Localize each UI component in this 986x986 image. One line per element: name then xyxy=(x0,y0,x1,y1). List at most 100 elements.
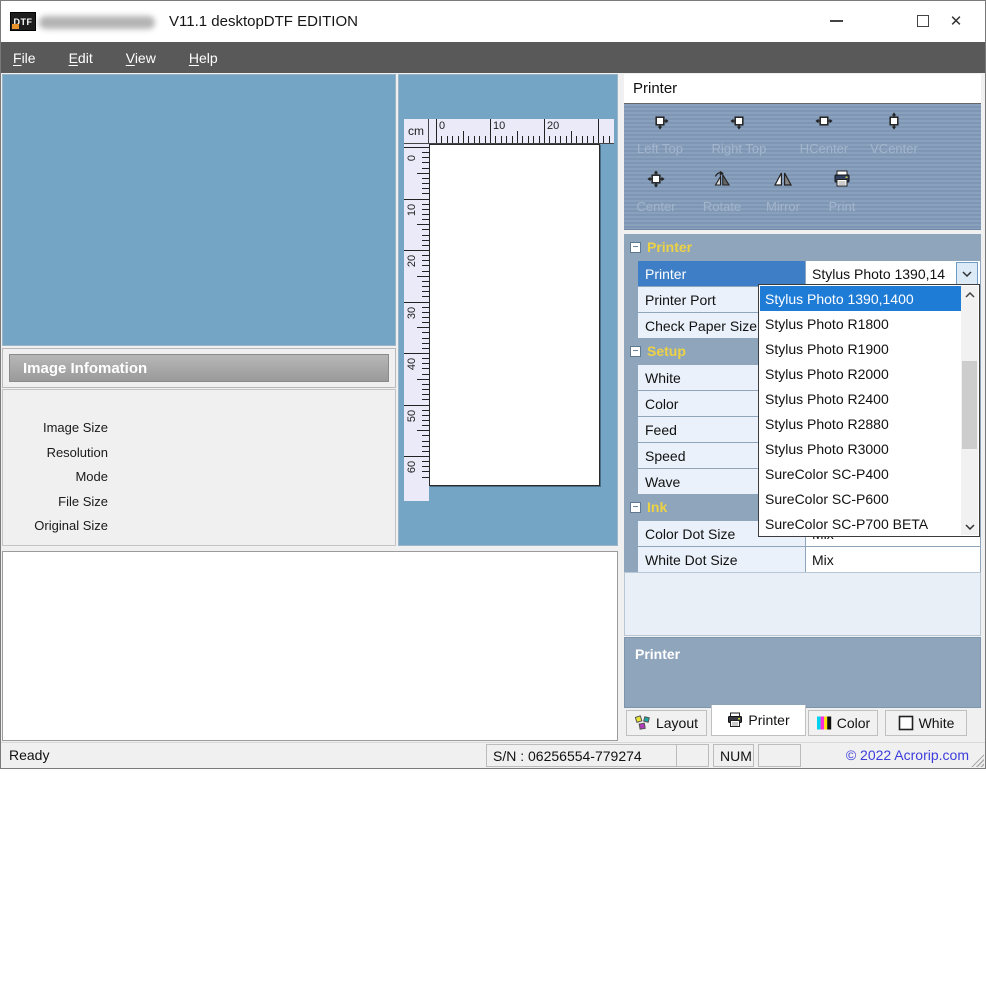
align-right-top-icon xyxy=(730,112,748,135)
printer-combo-dropdown-button[interactable] xyxy=(956,262,978,285)
collapse-minus-icon[interactable]: − xyxy=(630,242,641,253)
status-copyright-link[interactable]: © 2022 Acrorip.com xyxy=(846,747,969,763)
layout-icon xyxy=(635,715,651,731)
v-ruler-label: 20 xyxy=(406,251,418,271)
main-area: Image Infomation Image SizeResolutionMod… xyxy=(1,73,985,742)
menu-item-edit[interactable]: Edit xyxy=(59,45,103,71)
grid-row-value[interactable]: Mix xyxy=(806,547,980,572)
toolbar-button-label: Center xyxy=(636,199,675,214)
collapse-minus-icon[interactable]: − xyxy=(630,346,641,357)
tab-label: Color xyxy=(837,715,870,731)
align-left-top-icon xyxy=(651,112,669,135)
grid-section-printer[interactable]: −Printer xyxy=(624,235,981,260)
status-ready-text: Ready xyxy=(9,747,49,763)
tab-color[interactable]: Color xyxy=(808,710,878,736)
toolbar-button-label: Rotate xyxy=(703,199,741,214)
tab-label: Layout xyxy=(656,715,698,731)
dropdown-item-surecolor-sc-p400[interactable]: SureColor SC-P400 xyxy=(760,461,963,486)
maximize-button[interactable] xyxy=(906,5,940,37)
toolbar-button-vcenter[interactable]: VCenter xyxy=(855,112,933,156)
v-ruler-label: 10 xyxy=(406,200,418,220)
dropdown-item-stylus-photo-r1900[interactable]: Stylus Photo R1900 xyxy=(760,336,963,361)
toolbar-button-left-top[interactable]: Left Top xyxy=(621,112,699,156)
cmyk-icon xyxy=(816,715,832,731)
app-logo-icon: DTF xyxy=(10,12,36,31)
grid-row-value[interactable]: Stylus Photo 1390,14 xyxy=(806,261,980,286)
bottom-panel xyxy=(2,551,618,741)
printer-dropdown-list: Stylus Photo 1390,1400Stylus Photo R1800… xyxy=(758,284,980,537)
tab-white[interactable]: White xyxy=(885,710,967,736)
toolbar-button-print[interactable]: Print xyxy=(803,170,881,214)
menu-item-view[interactable]: View xyxy=(116,45,166,71)
scroll-up-icon[interactable] xyxy=(961,286,978,303)
resize-grip[interactable] xyxy=(971,754,984,767)
rotate-icon xyxy=(713,170,731,193)
print-preview-panel[interactable]: cm 01020 0102030405060 xyxy=(398,74,618,546)
right-panel-title: Printer xyxy=(624,74,981,104)
scrollbar-thumb[interactable] xyxy=(962,361,977,449)
info-field-original-size: Original Size xyxy=(3,518,108,533)
toolbar-button-label: Right Top xyxy=(712,141,767,156)
h-ruler-label: 10 xyxy=(493,120,505,132)
status-empty-segment-1 xyxy=(676,744,709,767)
redacted-brand-text xyxy=(39,16,155,29)
minimize-button[interactable] xyxy=(819,5,853,37)
dropdown-item-stylus-photo-r3000[interactable]: Stylus Photo R3000 xyxy=(760,436,963,461)
menu-item-help[interactable]: Help xyxy=(179,45,228,71)
ruler-unit-label: cm xyxy=(404,119,429,144)
horizontal-ruler: 01020 xyxy=(429,119,614,144)
window-title: V11.1 desktopDTF EDITION xyxy=(169,13,358,30)
grid-row-white-dot-size[interactable]: White Dot SizeMix xyxy=(624,547,981,572)
panel-tab-bar: Layout Printer Color White xyxy=(624,708,981,738)
dropdown-item-stylus-photo-r2400[interactable]: Stylus Photo R2400 xyxy=(760,386,963,411)
grid-row-printer[interactable]: PrinterStylus Photo 1390,14 xyxy=(624,261,981,286)
info-field-resolution: Resolution xyxy=(3,445,108,460)
menu-bar: File Edit View Help xyxy=(1,42,985,73)
dropdown-scrollbar[interactable] xyxy=(961,286,978,535)
collapse-minus-icon[interactable]: − xyxy=(630,502,641,513)
vertical-ruler: 0102030405060 xyxy=(404,144,429,501)
toolbar-button-label: Left Top xyxy=(637,141,683,156)
title-bar: DTF V11.1 desktopDTF EDITION ✕ xyxy=(1,1,985,42)
dropdown-item-surecolor-sc-p600[interactable]: SureColor SC-P600 xyxy=(760,486,963,511)
image-information-fields: Image SizeResolutionModeFile SizeOrigina… xyxy=(2,389,396,546)
app-window: DTF V11.1 desktopDTF EDITION ✕ File Edit V… xyxy=(0,0,986,769)
v-ruler-label: 0 xyxy=(406,148,418,168)
mirror-icon xyxy=(774,170,792,193)
grid-section-label: Ink xyxy=(647,499,667,515)
property-description-box: Printer xyxy=(624,637,981,708)
close-button[interactable]: ✕ xyxy=(939,5,973,37)
toolbar-button-label: Mirror xyxy=(766,199,800,214)
dropdown-item-stylus-photo-r2000[interactable]: Stylus Photo R2000 xyxy=(760,361,963,386)
printer-toolbar: Left Top Right Top HCenter VCenter Center Rot… xyxy=(624,104,981,230)
tab-printer[interactable]: Printer xyxy=(711,705,806,736)
white-square-icon xyxy=(898,715,914,731)
menu-item-file[interactable]: File xyxy=(3,45,46,71)
grid-row-name[interactable]: Printer xyxy=(638,261,805,286)
toolbar-button-hcenter[interactable]: HCenter xyxy=(785,112,863,156)
printer-tab-icon xyxy=(727,712,743,728)
scroll-down-icon[interactable] xyxy=(961,518,978,535)
tab-layout[interactable]: Layout xyxy=(626,710,707,736)
print-icon xyxy=(833,170,851,193)
status-num-lock: NUM xyxy=(713,744,754,767)
info-field-image-size: Image Size xyxy=(3,420,108,435)
status-serial-number: S/N : 06256554-779274 xyxy=(486,744,691,767)
status-empty-segment-2 xyxy=(758,744,801,767)
dropdown-item-surecolor-sc-p700-beta[interactable]: SureColor SC-P700 BETA xyxy=(760,511,963,536)
grid-row-name[interactable]: White Dot Size xyxy=(638,547,805,572)
dropdown-item-stylus-photo-1390-1400[interactable]: Stylus Photo 1390,1400 xyxy=(760,286,963,311)
toolbar-button-label: HCenter xyxy=(800,141,848,156)
property-grid-empty-area xyxy=(624,572,981,636)
dropdown-item-stylus-photo-r1800[interactable]: Stylus Photo R1800 xyxy=(760,311,963,336)
h-ruler-label: 0 xyxy=(439,120,445,132)
toolbar-button-label: Print xyxy=(829,199,856,214)
dropdown-item-stylus-photo-r2880[interactable]: Stylus Photo R2880 xyxy=(760,411,963,436)
align-hcenter-icon xyxy=(815,112,833,135)
status-bar: Ready S/N : 06256554-779274 NUM © 2022 A… xyxy=(1,742,985,768)
align-center-icon xyxy=(647,170,665,193)
image-information-header: Image Infomation xyxy=(9,354,389,382)
paper-preview[interactable] xyxy=(429,144,600,486)
toolbar-button-right-top[interactable]: Right Top xyxy=(700,112,778,156)
workspace-canvas[interactable] xyxy=(2,74,396,346)
